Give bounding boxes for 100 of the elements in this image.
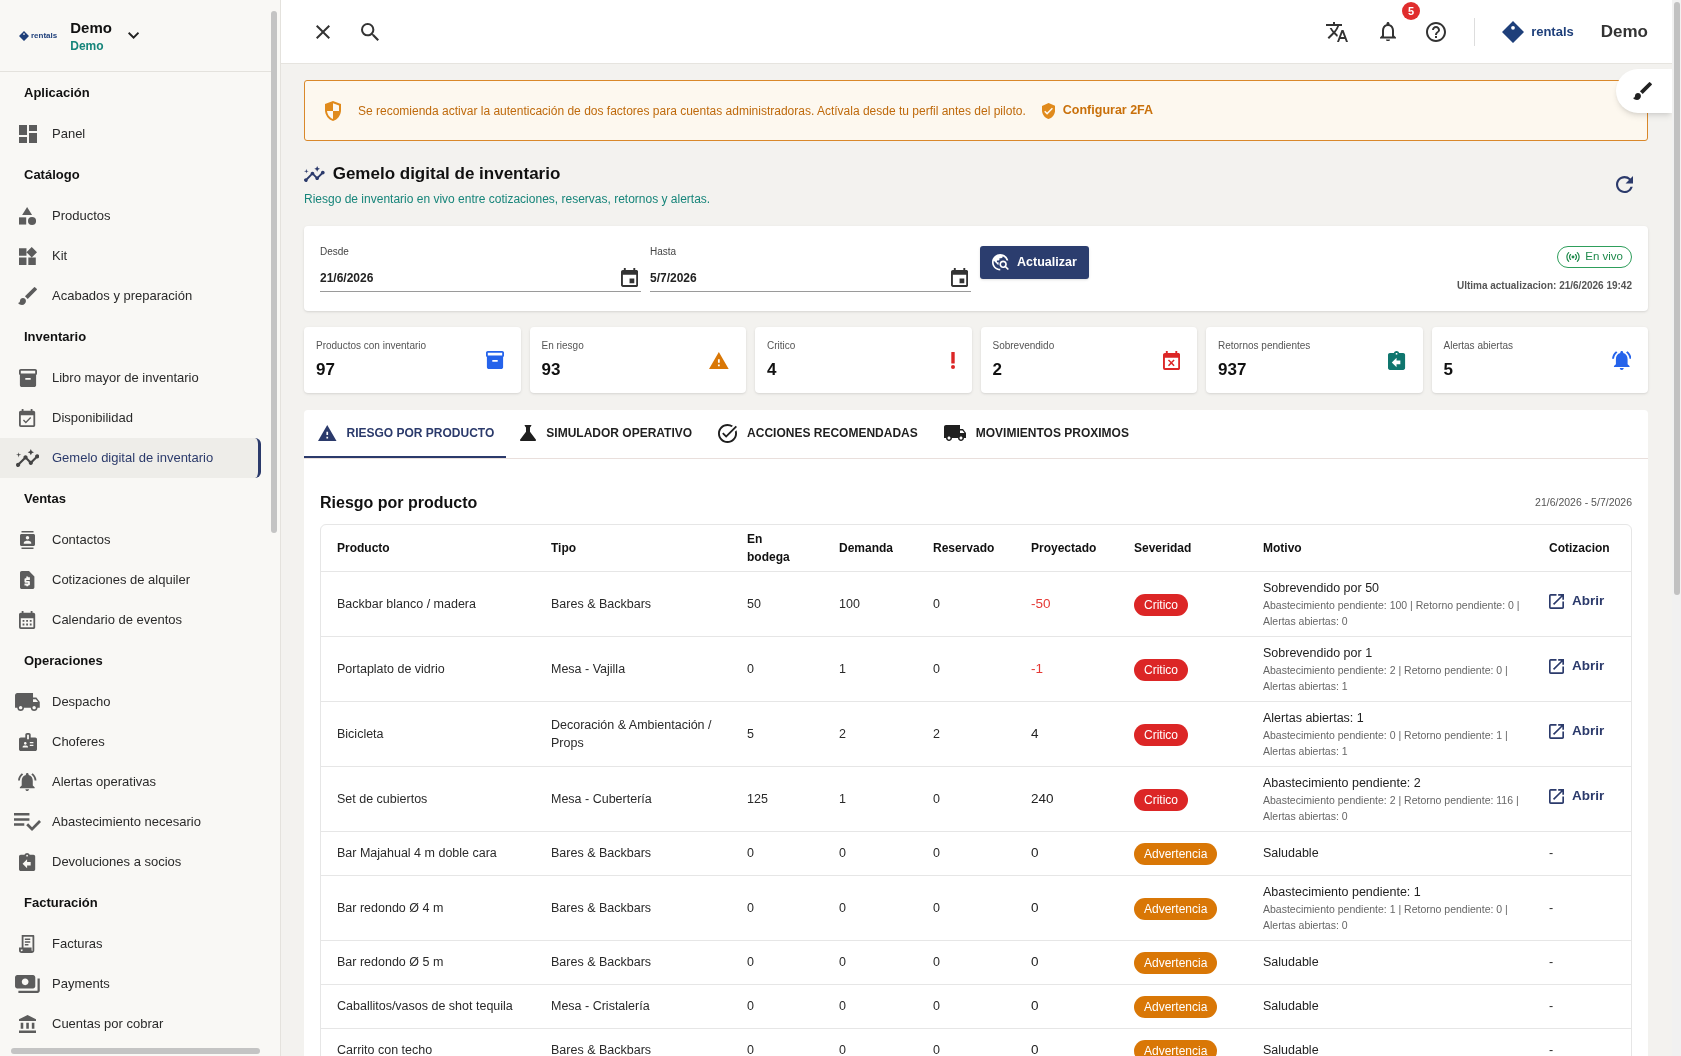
customize-button[interactable]	[1616, 69, 1672, 113]
column-header[interactable]: Motivo	[1263, 525, 1549, 571]
table-cell: 1	[839, 766, 933, 831]
column-header[interactable]: Tipo	[551, 525, 747, 571]
refresh-icon[interactable]	[1616, 176, 1633, 193]
sidebar-item[interactable]: Contactos	[0, 520, 261, 560]
chevron-down-icon[interactable]	[127, 32, 140, 39]
date-field[interactable]: 5/7/2026	[650, 264, 971, 292]
logo-icon	[1502, 20, 1525, 43]
severity-badge: Advertencia	[1134, 843, 1218, 865]
column-header[interactable]: Reservado	[933, 525, 1031, 571]
checklist-icon	[14, 813, 41, 831]
table-cell: 0	[839, 984, 933, 1028]
calendar-icon[interactable]	[950, 268, 968, 287]
table-cell: 0	[933, 571, 1031, 636]
severity-badge: Advertencia	[1134, 952, 1218, 974]
sidebar-item[interactable]: Acabados y preparación	[0, 276, 261, 316]
sidebar-item[interactable]: Kit	[0, 236, 261, 276]
column-header[interactable]: Cotizacion	[1549, 525, 1631, 571]
sidebar-item[interactable]: Disponibilidad	[0, 398, 261, 438]
table-cell: Mesa - Cubertería	[551, 766, 747, 831]
sidebar-item[interactable]: Calendario de eventos	[0, 600, 261, 640]
date-range: 21/6/2026 - 5/7/2026	[1535, 495, 1632, 511]
sidebar-item[interactable]: Abastecimiento necesario	[0, 802, 261, 842]
sidebar-item[interactable]: Gemelo digital de inventario	[0, 438, 261, 478]
sidebar-item[interactable]: Alertas operativas	[0, 762, 261, 802]
search-icon[interactable]	[361, 22, 379, 41]
column-header[interactable]: Demanda	[839, 525, 933, 571]
sidebar-item[interactable]: Payments	[0, 964, 261, 1004]
severity-badge: Critico	[1134, 788, 1188, 811]
sidebar-item[interactable]: Cuentas por cobrar	[0, 1004, 261, 1044]
translate-icon[interactable]	[1326, 21, 1349, 42]
table-cell: 0	[839, 875, 933, 940]
table-cell: 0	[1031, 940, 1134, 984]
scrollbar[interactable]	[271, 11, 277, 533]
severity-badge: Advertencia	[1134, 996, 1218, 1018]
table-cell: 125	[747, 766, 839, 831]
column-header[interactable]: Proyectado	[1031, 525, 1134, 571]
table-cell: Bar redondo Ø 4 m	[321, 875, 551, 940]
table-cell: Set de cubiertos	[321, 766, 551, 831]
stat-label: En riesgo	[541, 339, 584, 352]
trend-line-icon	[304, 166, 325, 182]
open-link[interactable]: Abrir	[1549, 721, 1605, 742]
notifications-icon[interactable]	[1380, 21, 1397, 42]
date-field[interactable]: 21/6/2026	[320, 264, 641, 292]
stat-value: 2	[992, 358, 1003, 381]
tab[interactable]: MOVIMIENTOS PROXIMOS	[929, 410, 1141, 458]
column-header[interactable]: En bodega	[747, 525, 839, 571]
table-cell: 4	[1031, 701, 1134, 766]
brush-icon	[1633, 82, 1652, 100]
sidebar-item[interactable]: Cotizaciones de alquiler	[0, 560, 261, 600]
reason-text: Sobrevendido por 1	[1263, 644, 1374, 662]
sidebar-item[interactable]: Choferes	[0, 722, 261, 762]
open-link[interactable]: Abrir	[1549, 786, 1605, 807]
column-header[interactable]: Severidad	[1134, 525, 1263, 571]
reason-text: Saludable	[1263, 998, 1320, 1015]
calendar-icon[interactable]	[620, 268, 638, 287]
stat-value: 937	[1218, 358, 1248, 381]
truck-icon	[15, 693, 40, 711]
truck-icon	[943, 425, 966, 441]
reason-detail: Abastecimiento pendiente: 2 | Retorno pendiente: 116 | Alertas abiertas: 0	[1263, 792, 1520, 824]
table-cell: -	[1549, 940, 1631, 984]
scrollbar[interactable]	[1674, 2, 1680, 595]
logo-text: rentals	[31, 30, 58, 41]
tab[interactable]: ACCIONES RECOMENDADAS	[704, 410, 930, 458]
table-cell: 0	[933, 766, 1031, 831]
sidebar-item[interactable]: Panel	[0, 114, 261, 154]
update-button[interactable]: Actualizar	[980, 246, 1089, 279]
close-icon[interactable]	[316, 24, 330, 39]
stat-label: Retornos pendientes	[1218, 339, 1311, 352]
table-cell: Bares & Backbars	[551, 940, 747, 984]
table-cell: -	[1549, 1028, 1631, 1056]
table-cell: 100	[839, 571, 933, 636]
reason-text: Abastecimiento pendiente: 1	[1263, 883, 1422, 901]
sidebar-item[interactable]: Libro mayor de inventario	[0, 358, 261, 398]
table-cell: 0	[747, 1028, 839, 1056]
open-link[interactable]: Abrir	[1549, 591, 1605, 612]
table-cell: 0	[839, 940, 933, 984]
scrollbar[interactable]	[11, 1048, 260, 1054]
table-cell: 0	[747, 636, 839, 701]
tab[interactable]: RIESGO POR PRODUCTO	[304, 410, 507, 458]
help-icon[interactable]	[1426, 21, 1447, 42]
tab[interactable]: SIMULADOR OPERATIVO	[506, 410, 705, 458]
user-name[interactable]: Demo	[1600, 18, 1648, 45]
table-cell: Caballitos/vasos de shot tequila	[321, 984, 551, 1028]
table-cell: Bares & Backbars	[551, 875, 747, 940]
table-cell: Mesa - Cristalería	[551, 984, 747, 1028]
table-cell: 0	[1031, 831, 1134, 875]
table-cell: 0	[1031, 875, 1134, 940]
column-header[interactable]: Producto	[321, 525, 551, 571]
sidebar-item[interactable]: Despacho	[0, 682, 261, 722]
reason-detail: Abastecimiento pendiente: 2 | Retorno pendiente: 0 | Alertas abiertas: 1	[1263, 662, 1509, 694]
trend-line-icon	[15, 449, 40, 467]
open-link[interactable]: Abrir	[1549, 656, 1605, 677]
reason-text: Saludable	[1263, 1042, 1320, 1056]
sidebar-item[interactable]: Productos	[0, 196, 261, 236]
sidebar-item[interactable]: Devoluciones a socios	[0, 842, 261, 882]
table-cell: 0	[933, 984, 1031, 1028]
shield-icon	[325, 100, 341, 121]
sidebar-item[interactable]: Facturas	[0, 924, 261, 964]
